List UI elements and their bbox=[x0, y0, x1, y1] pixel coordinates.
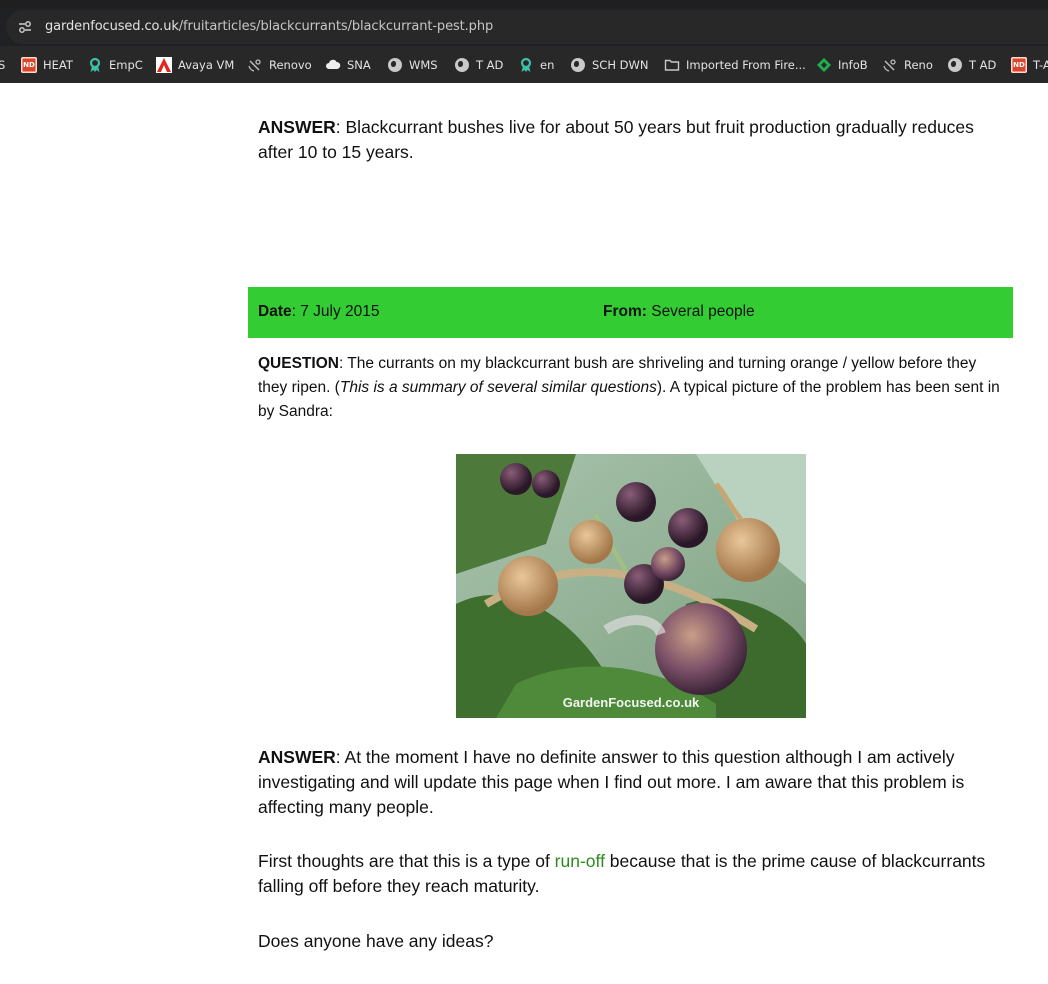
ribbon-icon bbox=[518, 57, 534, 73]
from-label: From: bbox=[603, 303, 647, 320]
globe-icon bbox=[570, 57, 586, 73]
run-off-link[interactable]: run-off bbox=[555, 851, 605, 871]
bookmark-renovo[interactable]: Renovo bbox=[247, 46, 312, 83]
bookmark-wms[interactable]: WMS bbox=[387, 46, 438, 83]
answer-text: : At the moment I have no definite answe… bbox=[258, 747, 965, 817]
blackcurrant-photo: GardenFocused.co.uk bbox=[456, 454, 806, 718]
image-watermark: GardenFocused.co.uk bbox=[563, 695, 700, 710]
question-header-bar: Date: 7 July 2015 From: Several people bbox=[248, 287, 1013, 338]
globe-icon bbox=[454, 57, 470, 73]
address-bar-row: gardenfocused.co.uk/fruitarticles/blackc… bbox=[0, 8, 1048, 46]
cloud-icon bbox=[325, 57, 341, 73]
bookmark-t-ad-2[interactable]: T AD bbox=[947, 46, 996, 83]
bookmark-t-ad[interactable]: T AD bbox=[454, 46, 503, 83]
page-content: ANSWER: Blackcurrant bushes live for abo… bbox=[0, 83, 1048, 984]
bookmark-folder-imported[interactable]: Imported From Fire... bbox=[664, 46, 806, 83]
bookmark-label: EmpC bbox=[109, 57, 143, 72]
date-label: Date bbox=[258, 303, 292, 320]
ribbon-icon bbox=[87, 57, 103, 73]
from-value: Several people bbox=[646, 303, 755, 320]
ideas-text: Does anyone have any ideas? bbox=[258, 931, 494, 951]
question-label: QUESTION bbox=[258, 355, 339, 372]
nd-icon: ND bbox=[1011, 56, 1027, 73]
url-text[interactable]: gardenfocused.co.uk/fruitarticles/blackc… bbox=[45, 19, 493, 34]
bookmark-avaya-vm[interactable]: Avaya VM bbox=[156, 46, 234, 83]
nd-icon: ND bbox=[21, 56, 37, 73]
answer-lifespan: ANSWER: Blackcurrant bushes live for abo… bbox=[258, 115, 1008, 165]
bookmark-t-a[interactable]: ND T-A bbox=[1011, 46, 1048, 83]
bookmark-label: Reno bbox=[904, 57, 933, 72]
question-date: Date: 7 July 2015 bbox=[258, 303, 380, 321]
bookmark-label: SNA bbox=[347, 57, 371, 72]
bookmark-label: HEAT bbox=[43, 57, 73, 72]
question-text: QUESTION: The currants on my blackcurran… bbox=[258, 352, 1008, 424]
bookmark-label: WMS bbox=[409, 57, 438, 72]
bookmark-empc[interactable]: EmpC bbox=[87, 46, 143, 83]
bookmark-label: T AD bbox=[476, 57, 504, 72]
bookmark-reno[interactable]: Reno bbox=[882, 46, 933, 83]
bookmark-label: S bbox=[0, 57, 6, 72]
ideas-question: Does anyone have any ideas? bbox=[258, 929, 1008, 954]
globe-icon bbox=[387, 57, 403, 73]
bookmark-sch-dwn[interactable]: SCH DWN bbox=[570, 46, 648, 83]
address-bar[interactable]: gardenfocused.co.uk/fruitarticles/blackc… bbox=[6, 10, 1048, 44]
adobe-icon bbox=[156, 56, 172, 73]
window-top-strip bbox=[0, 0, 1048, 8]
bookmark-sna[interactable]: SNA bbox=[325, 46, 371, 83]
bookmark-infob[interactable]: InfoB bbox=[816, 46, 868, 83]
satellite-icon bbox=[247, 57, 263, 73]
answer-label: ANSWER bbox=[258, 747, 336, 767]
folder-icon bbox=[664, 57, 680, 73]
bookmark-label: Imported From Fire... bbox=[686, 57, 806, 72]
bookmark-label: en bbox=[540, 57, 555, 72]
url-path: /fruitarticles/blackcurrants/blackcurran… bbox=[178, 19, 494, 34]
bookmark-label: Avaya VM bbox=[178, 57, 235, 72]
url-host: gardenfocused.co.uk bbox=[45, 19, 179, 34]
diamond-icon bbox=[816, 57, 832, 73]
bookmarks-bar: S ND HEAT EmpC Avaya VM Renovo SNA WMS T… bbox=[0, 46, 1048, 83]
bookmark-label: InfoB bbox=[838, 57, 868, 72]
globe-icon bbox=[947, 57, 963, 73]
question-from: From: Several people bbox=[603, 303, 755, 321]
answer-text: : Blackcurrant bushes live for about 50 … bbox=[258, 117, 974, 162]
bookmark-en[interactable]: en bbox=[518, 46, 554, 83]
answer-unknown: ANSWER: At the moment I have no definite… bbox=[258, 745, 1008, 820]
bookmark-label: T AD bbox=[969, 57, 997, 72]
thoughts-part-1: First thoughts are that this is a type o… bbox=[258, 851, 555, 871]
answer-label: ANSWER bbox=[258, 117, 336, 137]
satellite-icon bbox=[882, 57, 898, 73]
bookmark-heat[interactable]: ND HEAT bbox=[21, 46, 73, 83]
site-info-icon[interactable] bbox=[16, 18, 34, 36]
date-value: : 7 July 2015 bbox=[291, 303, 380, 320]
bookmark-label: Renovo bbox=[269, 57, 312, 72]
first-thoughts: First thoughts are that this is a type o… bbox=[258, 849, 1008, 899]
bookmark-label: SCH DWN bbox=[592, 57, 649, 72]
bookmark-label: T-A bbox=[1033, 57, 1048, 72]
bookmark-s[interactable]: S bbox=[0, 46, 5, 83]
question-italic: This is a summary of several similar que… bbox=[339, 379, 657, 396]
